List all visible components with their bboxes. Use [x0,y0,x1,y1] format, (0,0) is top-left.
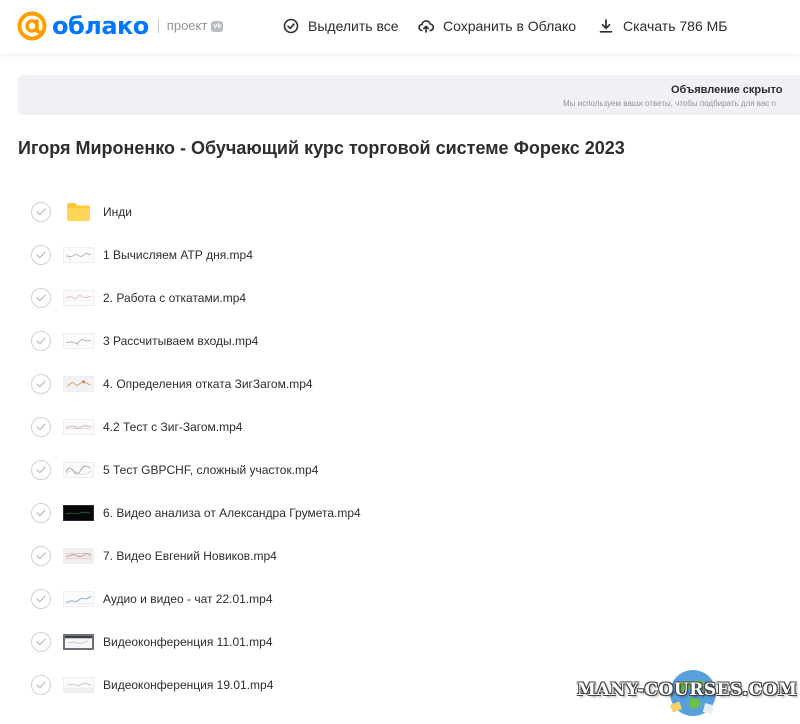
list-item[interactable]: 7. Видео Евгений Новиков.mp4 [0,534,800,577]
video-thumbnail [63,418,94,435]
file-name[interactable]: 3 Рассчитываем входы.mp4 [103,334,258,348]
download-icon [599,19,613,33]
file-list: Инди 1 Вычисляем АТР дня.mp4 2. Работа с… [0,190,800,706]
select-all-label: Выделить все [308,18,399,34]
select-checkbox[interactable] [31,674,51,695]
file-name[interactable]: 7. Видео Евгений Новиков.mp4 [103,549,277,563]
select-checkbox[interactable] [31,287,51,308]
logo-text: облако [52,12,149,40]
select-checkbox[interactable] [31,502,51,523]
list-item[interactable]: 1 Вычисляем АТР дня.mp4 [0,233,800,276]
download-label: Скачать 786 МБ [623,18,728,34]
save-to-cloud-button[interactable]: Сохранить в Облако [418,18,576,34]
video-thumbnail [63,289,94,306]
select-checkbox[interactable] [31,244,51,265]
video-thumbnail [63,375,94,392]
check-icon [36,509,46,516]
file-name[interactable]: Инди [103,205,132,219]
ad-subtitle: Мы используем ваши ответы, чтобы подбира… [563,99,776,108]
check-icon [36,294,46,301]
ad-title: Объявление скрыто [671,84,783,96]
logo[interactable]: облако проект vk [17,11,224,41]
select-all-button[interactable]: Выделить все [283,18,399,34]
list-item[interactable]: Аудио и видео - чат 22.01.mp4 [0,577,800,620]
select-checkbox[interactable] [31,416,51,437]
file-name[interactable]: 5 Тест GBPCHF, сложный участок.mp4 [103,463,318,477]
check-icon [36,423,46,430]
save-to-cloud-label: Сохранить в Облако [443,18,577,34]
select-checkbox[interactable] [31,201,51,222]
file-name[interactable]: Видеоконференция 11.01.mp4 [103,635,273,649]
list-item[interactable]: 2. Работа с откатами.mp4 [0,276,800,319]
top-bar: облако проект vk Выделить все Сохранить … [0,0,800,54]
select-checkbox[interactable] [31,588,51,609]
check-circle-icon [283,18,299,34]
check-icon [36,337,46,344]
file-name[interactable]: 2. Работа с откатами.mp4 [103,291,246,305]
file-name[interactable]: 4. Определения отката ЗигЗагом.mp4 [103,377,313,391]
check-icon [36,552,46,559]
list-item[interactable]: 3 Рассчитываем входы.mp4 [0,319,800,362]
select-checkbox[interactable] [31,631,51,652]
video-thumbnail [63,633,94,650]
select-checkbox[interactable] [31,373,51,394]
check-icon [36,681,46,688]
hidden-ad-banner: Объявление скрыто Мы используем ваши отв… [18,75,800,115]
video-thumbnail [63,332,94,349]
video-thumbnail [63,246,94,263]
list-item[interactable]: 4. Определения отката ЗигЗагом.mp4 [0,362,800,405]
video-thumbnail [63,461,94,478]
list-item[interactable]: 5 Тест GBPCHF, сложный участок.mp4 [0,448,800,491]
video-thumbnail [63,590,94,607]
video-thumbnail [63,676,94,693]
file-name[interactable]: 1 Вычисляем АТР дня.mp4 [103,248,253,262]
video-thumbnail [63,504,94,521]
download-button[interactable]: Скачать 786 МБ [598,18,728,34]
select-checkbox[interactable] [31,545,51,566]
at-sign-logo-icon [17,11,47,41]
vk-badge-icon: vk [211,20,224,32]
list-item[interactable]: 4.2 Тест с Зиг-Загом.mp4 [0,405,800,448]
page-title: Игоря Мироненко - Обучающий курс торгово… [18,138,625,158]
select-checkbox[interactable] [31,330,51,351]
file-name[interactable]: Аудио и видео - чат 22.01.mp4 [103,592,273,606]
list-item[interactable]: Инди [0,190,800,233]
logo-divider [157,19,159,33]
check-icon [36,595,46,602]
check-icon [36,466,46,473]
check-icon [36,251,46,258]
list-item[interactable]: 6. Видео анализа от Александра Грумета.m… [0,491,800,534]
check-icon [36,380,46,387]
video-thumbnail [63,547,94,564]
check-icon [36,638,46,645]
cloud-upload-icon [418,20,434,33]
watermark: MANY-COURSES.COM [576,668,800,718]
file-name[interactable]: 6. Видео анализа от Александра Грумета.m… [103,506,361,520]
file-name[interactable]: 4.2 Тест с Зиг-Загом.mp4 [103,420,242,434]
folder-icon [67,202,90,221]
watermark-text: MANY-COURSES.COM [577,680,798,700]
list-item[interactable]: Видеоконференция 11.01.mp4 [0,620,800,663]
select-checkbox[interactable] [31,459,51,480]
file-name[interactable]: Видеоконференция 19.01.mp4 [103,678,273,692]
project-label: проект [166,18,208,33]
check-icon [36,208,46,215]
